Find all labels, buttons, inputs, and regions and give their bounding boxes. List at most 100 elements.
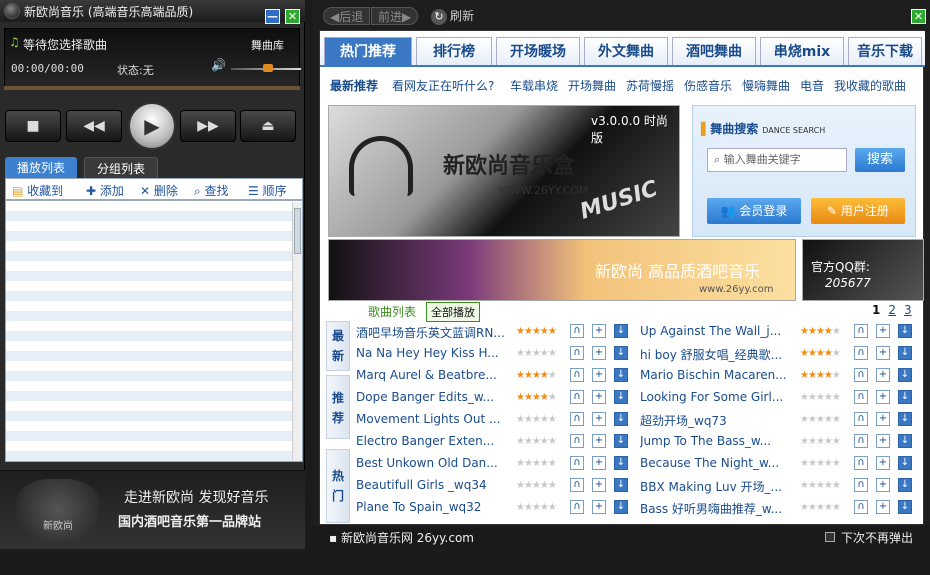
page-2[interactable]: 2	[888, 303, 896, 317]
add-to-list-icon[interactable]: +	[876, 500, 890, 514]
subnav-slow[interactable]: 慢嗨舞曲	[742, 77, 790, 94]
headphone-listen-icon[interactable]: ∩	[854, 500, 868, 514]
tab-download[interactable]: 音乐下载	[848, 37, 922, 65]
add-to-list-icon[interactable]: +	[592, 368, 606, 382]
headphone-listen-icon[interactable]: ∩	[854, 434, 868, 448]
play-button[interactable]: ▶	[128, 102, 176, 150]
headphone-listen-icon[interactable]: ∩	[854, 390, 868, 404]
subnav-opening[interactable]: 开场舞曲	[568, 77, 616, 94]
song-title[interactable]: 超劲开场_wq73	[640, 412, 790, 429]
song-title[interactable]: Beautifull Girls _wq34	[356, 478, 506, 492]
tab-playlist[interactable]: 播放列表	[5, 157, 78, 179]
song-title[interactable]: Bass 好听男嗨曲推荐_w...	[640, 500, 790, 517]
song-row[interactable]: Dope Banger Edits_w... ★★★★★ ∩ + ↓	[356, 387, 636, 409]
subnav-car[interactable]: 车载串烧	[510, 77, 558, 94]
download-icon[interactable]: ↓	[898, 412, 912, 426]
browser-close-button[interactable]: ✕	[911, 9, 926, 24]
page-3[interactable]: 3	[904, 303, 912, 317]
song-title[interactable]: Because The Night_w...	[640, 456, 790, 470]
favorite-to-button[interactable]: ▤ 收藏到	[12, 182, 63, 199]
song-row[interactable]: Up Against The Wall_j... ★★★★★ ∩ + ↓	[640, 321, 920, 343]
song-row[interactable]: hi boy 舒服女唱_经典歌... ★★★★★ ∩ + ↓	[640, 343, 920, 365]
download-icon[interactable]: ↓	[614, 478, 628, 492]
search-button[interactable]: 搜索	[855, 148, 905, 172]
download-icon[interactable]: ↓	[614, 368, 628, 382]
song-row[interactable]: Jump To The Bass_w... ★★★★★ ∩ + ↓	[640, 431, 920, 453]
song-row[interactable]: BBX Making Luv 开场_... ★★★★★ ∩ + ↓	[640, 475, 920, 497]
song-title[interactable]: hi boy 舒服女唱_经典歌...	[640, 346, 790, 363]
download-icon[interactable]: ↓	[614, 346, 628, 360]
song-title[interactable]: Looking For Some Girl...	[640, 390, 790, 404]
song-title[interactable]: Plane To Spain_wq32	[356, 500, 506, 514]
headphone-listen-icon[interactable]: ∩	[570, 478, 584, 492]
add-to-list-icon[interactable]: +	[876, 390, 890, 404]
headphone-listen-icon[interactable]: ∩	[570, 456, 584, 470]
tab-group-list[interactable]: 分组列表	[84, 157, 159, 179]
minimize-button[interactable]: —	[265, 9, 280, 24]
song-title[interactable]: Dope Banger Edits_w...	[356, 390, 506, 404]
song-title[interactable]: Best Unkown Old Dan...	[356, 456, 506, 470]
song-row[interactable]: Movement Lights Out ... ★★★★★ ∩ + ↓	[356, 409, 636, 431]
song-row[interactable]: Electro Banger Exten... ★★★★★ ∩ + ↓	[356, 431, 636, 453]
song-title[interactable]: Electro Banger Exten...	[356, 434, 506, 448]
refresh-button[interactable]: ↻ 刷新	[431, 7, 474, 25]
headphone-listen-icon[interactable]: ∩	[570, 500, 584, 514]
download-icon[interactable]: ↓	[898, 434, 912, 448]
song-row[interactable]: 酒吧早场音乐英文蓝调RN... ★★★★★ ∩ + ↓	[356, 321, 636, 343]
headphone-listen-icon[interactable]: ∩	[854, 324, 868, 338]
member-login-button[interactable]: 👥 会员登录	[707, 198, 801, 224]
tab-bar[interactable]: 酒吧舞曲	[672, 37, 756, 65]
tab-charts[interactable]: 排行榜	[416, 37, 492, 65]
eject-button[interactable]: ⏏	[240, 110, 296, 142]
headphone-listen-icon[interactable]: ∩	[570, 412, 584, 426]
add-to-list-icon[interactable]: +	[592, 412, 606, 426]
music-box-ad[interactable]: 新欧尚音乐盒 WWW.26YY.COM v3.0.0.0 时尚版 MUSIC	[328, 105, 680, 237]
download-icon[interactable]: ↓	[898, 500, 912, 514]
add-to-list-icon[interactable]: +	[592, 390, 606, 404]
forward-button[interactable]: 前进▶	[371, 7, 419, 25]
add-to-list-icon[interactable]: +	[876, 434, 890, 448]
seek-bar[interactable]	[4, 86, 300, 90]
download-icon[interactable]: ↓	[614, 456, 628, 470]
song-row[interactable]: Looking For Some Girl... ★★★★★ ∩ + ↓	[640, 387, 920, 409]
headphone-listen-icon[interactable]: ∩	[570, 434, 584, 448]
add-to-list-icon[interactable]: +	[592, 500, 606, 514]
add-to-list-icon[interactable]: +	[592, 324, 606, 338]
search-input[interactable]: ⌕ 输入舞曲关键字	[707, 148, 847, 172]
dont-show-again-checkbox[interactable]	[825, 532, 835, 542]
scrollbar-thumb[interactable]	[294, 208, 301, 254]
song-title[interactable]: Up Against The Wall_j...	[640, 324, 790, 338]
download-icon[interactable]: ↓	[898, 390, 912, 404]
song-title[interactable]: Marq Aurel & Beatbre...	[356, 368, 506, 382]
headphone-listen-icon[interactable]: ∩	[570, 324, 584, 338]
close-button[interactable]: ✕	[285, 9, 300, 24]
download-icon[interactable]: ↓	[898, 456, 912, 470]
download-icon[interactable]: ↓	[898, 478, 912, 492]
back-button[interactable]: ◀后退	[323, 7, 371, 25]
add-to-list-icon[interactable]: +	[592, 456, 606, 470]
add-to-list-icon[interactable]: +	[876, 324, 890, 338]
song-row[interactable]: Best Unkown Old Dan... ★★★★★ ∩ + ↓	[356, 453, 636, 475]
headphone-listen-icon[interactable]: ∩	[570, 390, 584, 404]
download-icon[interactable]: ↓	[614, 390, 628, 404]
site-footer[interactable]: ▪ 新欧尚音乐网 26yy.com	[329, 529, 474, 546]
song-row[interactable]: Marq Aurel & Beatbre... ★★★★★ ∩ + ↓	[356, 365, 636, 387]
subnav-edm[interactable]: 电音	[800, 77, 824, 94]
qq-group-ad[interactable]: 官方QQ群: 205677	[802, 239, 924, 301]
brand-banner[interactable]: 新欧尚 走进新欧尚 发现好音乐 国内酒吧音乐第一品牌站	[0, 470, 305, 549]
song-title[interactable]: Jump To The Bass_w...	[640, 434, 790, 448]
add-to-list-icon[interactable]: +	[592, 434, 606, 448]
find-button[interactable]: ⌕ 查找	[194, 182, 229, 199]
subnav-favorites[interactable]: 我收藏的歌曲	[834, 77, 906, 94]
add-to-list-icon[interactable]: +	[876, 478, 890, 492]
bar-music-ad[interactable]: 新欧尚 高品质酒吧音乐 www.26yy.com	[328, 239, 796, 301]
tab-foreign[interactable]: 外文舞曲	[584, 37, 668, 65]
play-all-button[interactable]: 全部播放	[426, 302, 480, 322]
headphone-listen-icon[interactable]: ∩	[854, 368, 868, 382]
song-row[interactable]: Plane To Spain_wq32 ★★★★★ ∩ + ↓	[356, 497, 636, 519]
tab-opening[interactable]: 开场暖场	[496, 37, 580, 65]
headphone-listen-icon[interactable]: ∩	[854, 346, 868, 360]
tab-mix[interactable]: 串烧mix	[760, 37, 844, 65]
song-title[interactable]: Na Na Hey Hey Kiss H...	[356, 346, 506, 360]
headphone-listen-icon[interactable]: ∩	[570, 346, 584, 360]
